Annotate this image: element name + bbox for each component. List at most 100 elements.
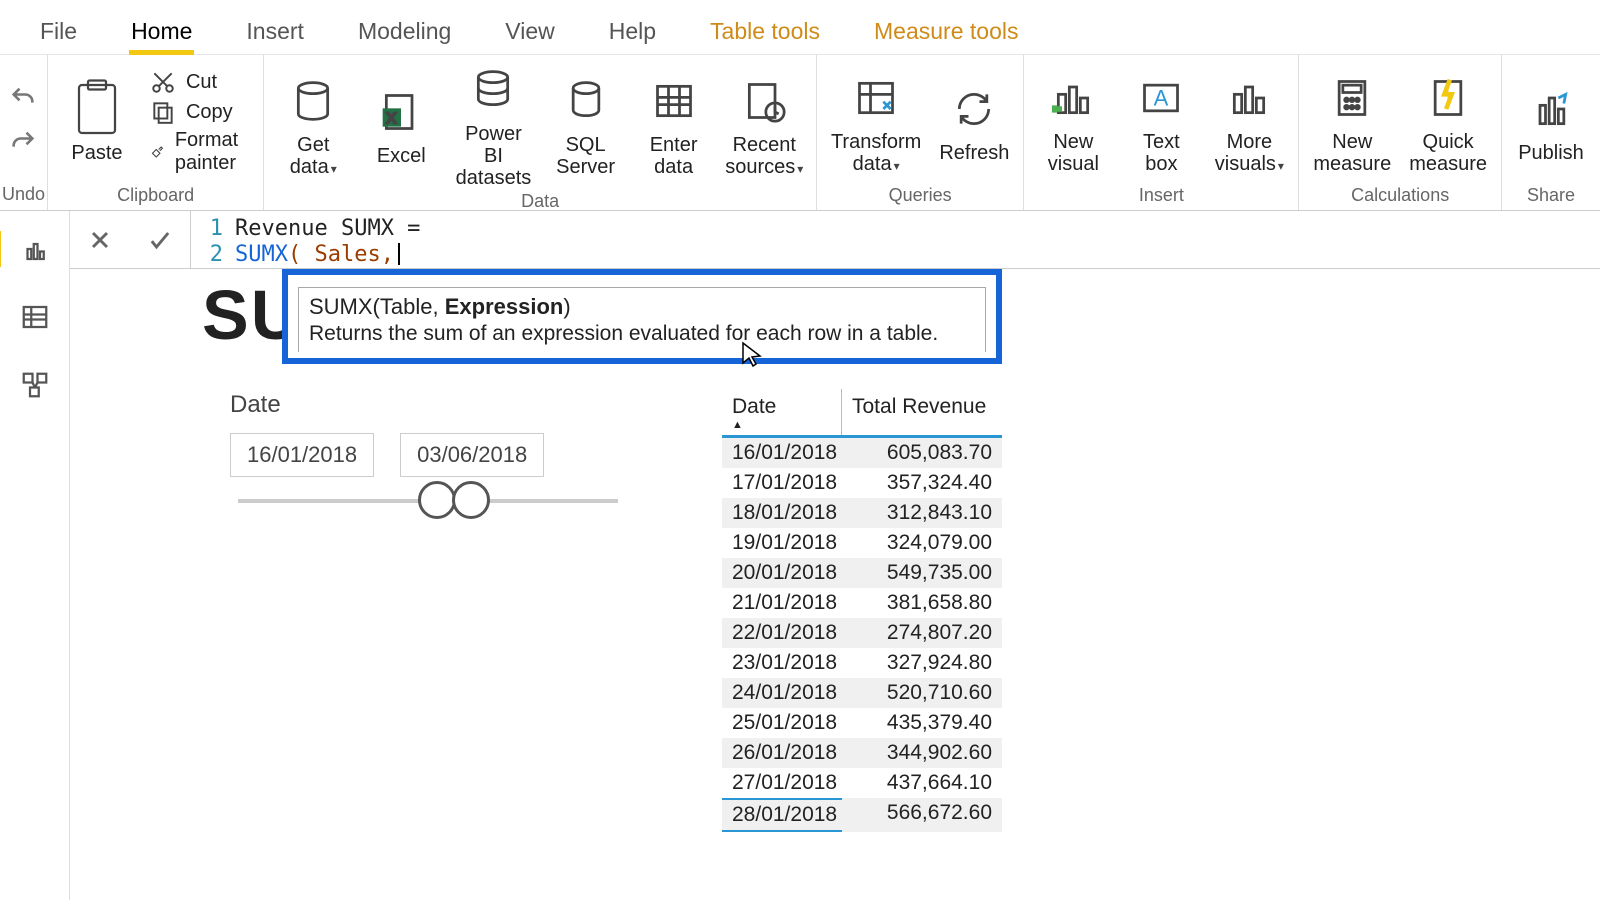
measure-tools-tab[interactable]: Measure tools <box>870 10 1022 45</box>
refresh-icon <box>952 87 996 131</box>
table-row[interactable]: 22/01/2018274,807.20 <box>722 618 1002 648</box>
help-tab[interactable]: Help <box>605 10 660 45</box>
date-slicer[interactable]: Date 16/01/2018 03/06/2018 <box>230 391 670 503</box>
table-row[interactable]: 23/01/2018327,924.80 <box>722 648 1002 678</box>
undo-icon[interactable] <box>9 84 37 112</box>
model-icon <box>20 370 50 400</box>
publish-button[interactable]: Publish <box>1516 80 1586 164</box>
excel-icon: X <box>379 90 423 134</box>
file-tab[interactable]: File <box>36 10 81 45</box>
report-view-button[interactable] <box>15 229 55 269</box>
excel-button[interactable]: X Excel <box>366 83 436 167</box>
cell-revenue: 435,379.40 <box>842 708 1002 738</box>
new-visual-button[interactable]: New visual <box>1038 69 1108 175</box>
redo-icon[interactable] <box>9 128 37 156</box>
cell-date: 25/01/2018 <box>722 708 842 738</box>
table-row[interactable]: 18/01/2018312,843.10 <box>722 498 1002 528</box>
formula-commit-button[interactable] <box>130 211 190 268</box>
table-tools-tab[interactable]: Table tools <box>706 10 824 45</box>
cell-date: 24/01/2018 <box>722 678 842 708</box>
slicer-handle-left[interactable] <box>418 481 456 519</box>
paste-button[interactable]: Paste <box>62 80 132 164</box>
table-row[interactable]: 28/01/2018566,672.60 <box>722 798 1002 832</box>
formula-func: SUMX <box>235 242 288 267</box>
copy-icon <box>150 99 176 125</box>
calculations-group: New measure Quick measure Calculations <box>1299 55 1502 210</box>
table-row[interactable]: 16/01/2018605,083.70 <box>722 438 1002 468</box>
slicer-end-date[interactable]: 03/06/2018 <box>400 433 544 477</box>
table-row[interactable]: 17/01/2018357,324.40 <box>722 468 1002 498</box>
data-group-label: Data <box>278 189 802 212</box>
cell-date: 18/01/2018 <box>722 498 842 528</box>
check-icon <box>146 226 174 254</box>
cell-revenue: 312,843.10 <box>842 498 1002 528</box>
dataset-icon <box>471 68 515 112</box>
formula-cancel-button[interactable] <box>70 211 130 268</box>
enter-data-button[interactable]: Enter data <box>639 72 709 178</box>
table-body: 16/01/2018605,083.7017/01/2018357,324.40… <box>722 438 1002 832</box>
slicer-title: Date <box>230 391 670 419</box>
paintbrush-icon <box>150 139 165 165</box>
powerbi-datasets-button[interactable]: Power BI datasets <box>454 61 532 189</box>
table-row[interactable]: 24/01/2018520,710.60 <box>722 678 1002 708</box>
copy-button[interactable]: Copy <box>150 99 249 125</box>
data-view-button[interactable] <box>15 297 55 337</box>
cell-date: 22/01/2018 <box>722 618 842 648</box>
modeling-tab[interactable]: Modeling <box>354 10 455 45</box>
table-row[interactable]: 19/01/2018324,079.00 <box>722 528 1002 558</box>
formula-arg: ( Sales, <box>288 242 394 267</box>
cut-button[interactable]: Cut <box>150 69 249 95</box>
slicer-start-date[interactable]: 16/01/2018 <box>230 433 374 477</box>
sql-server-button[interactable]: SQL Server <box>551 72 621 178</box>
table-row[interactable]: 20/01/2018549,735.00 <box>722 558 1002 588</box>
text-caret <box>398 243 400 265</box>
table-row[interactable]: 27/01/2018437,664.10 <box>722 768 1002 798</box>
recent-sources-button[interactable]: Recent sources▾ <box>727 72 802 178</box>
database-icon <box>291 79 335 123</box>
table-row[interactable]: 21/01/2018381,658.80 <box>722 588 1002 618</box>
cell-revenue: 605,083.70 <box>842 438 1002 468</box>
transform-data-button[interactable]: Transform data▾ <box>831 69 921 175</box>
model-view-button[interactable] <box>15 365 55 405</box>
slicer-track[interactable] <box>238 499 618 503</box>
table-header-revenue[interactable]: Total Revenue <box>842 389 996 435</box>
share-group-label: Share <box>1516 183 1586 206</box>
more-visuals-icon <box>1227 76 1271 120</box>
new-measure-button[interactable]: New measure <box>1313 69 1391 175</box>
cell-date: 19/01/2018 <box>722 528 842 558</box>
refresh-button[interactable]: Refresh <box>939 80 1009 164</box>
home-tab[interactable]: Home <box>127 10 196 45</box>
cell-revenue: 327,924.80 <box>842 648 1002 678</box>
mouse-cursor-icon <box>740 341 764 369</box>
revenue-table[interactable]: Date Total Revenue 16/01/2018605,083.701… <box>722 389 1002 832</box>
publish-icon <box>1529 87 1573 131</box>
intellisense-tooltip: SUMX(Table, Expression) Returns the sum … <box>282 269 1002 364</box>
slicer-handle-right[interactable] <box>452 481 490 519</box>
format-painter-button[interactable]: Format painter <box>150 129 249 175</box>
calculations-group-label: Calculations <box>1313 183 1487 206</box>
ribbon: Undo Paste Cut Copy <box>0 54 1600 211</box>
view-tab[interactable]: View <box>501 10 558 45</box>
undo-group-label: Undo <box>2 184 45 205</box>
table-header-date[interactable]: Date <box>722 389 842 435</box>
insert-tab[interactable]: Insert <box>242 10 308 45</box>
formula-editor[interactable]: 1Revenue SUMX = 2 SUMX ( Sales, <box>191 211 1600 268</box>
data-icon <box>20 302 50 332</box>
table-row[interactable]: 26/01/2018344,902.60 <box>722 738 1002 768</box>
text-box-button[interactable]: A Text box <box>1126 69 1196 175</box>
cell-date: 16/01/2018 <box>722 438 842 468</box>
report-canvas[interactable]: SU SUMX(Table, Expression) Returns the s… <box>70 269 1600 900</box>
quick-measure-button[interactable]: Quick measure <box>1409 69 1487 175</box>
transform-icon <box>854 76 898 120</box>
quick-measure-icon <box>1426 76 1470 120</box>
undo-group: Undo <box>0 55 48 210</box>
queries-group: Transform data▾ Refresh Queries <box>817 55 1024 210</box>
more-visuals-button[interactable]: More visuals▾ <box>1214 69 1284 175</box>
get-data-button[interactable]: Get data▾ <box>278 72 348 178</box>
insert-group: New visual A Text box More visuals▾ Inse… <box>1024 55 1299 210</box>
left-rail <box>0 211 70 900</box>
data-group: Get data▾ X Excel Power BI datasets SQL … <box>264 55 817 210</box>
cell-revenue: 344,902.60 <box>842 738 1002 768</box>
table-row[interactable]: 25/01/2018435,379.40 <box>722 708 1002 738</box>
sql-icon <box>564 79 608 123</box>
